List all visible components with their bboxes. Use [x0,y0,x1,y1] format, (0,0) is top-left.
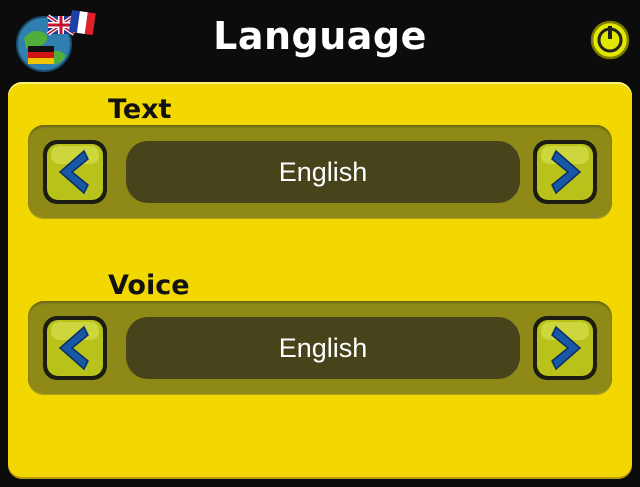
text-language-selector: English [28,125,612,219]
voice-prev-button[interactable] [40,313,110,383]
voice-next-button[interactable] [530,313,600,383]
text-prev-button[interactable] [40,137,110,207]
chevron-right-icon [533,140,597,204]
voice-language-value: English [126,317,520,379]
chevron-left-icon [43,316,107,380]
chevron-left-icon [43,140,107,204]
chevron-right-icon [533,316,597,380]
voice-language-selector: English [28,301,612,395]
power-icon [590,20,630,60]
text-language-value: English [126,141,520,203]
header-bar: Language [0,0,640,82]
text-next-button[interactable] [530,137,600,207]
voice-section-label: Voice [108,270,190,301]
text-section-label: Text [108,94,172,125]
power-button[interactable] [590,20,630,60]
page-title: Language [213,14,427,58]
